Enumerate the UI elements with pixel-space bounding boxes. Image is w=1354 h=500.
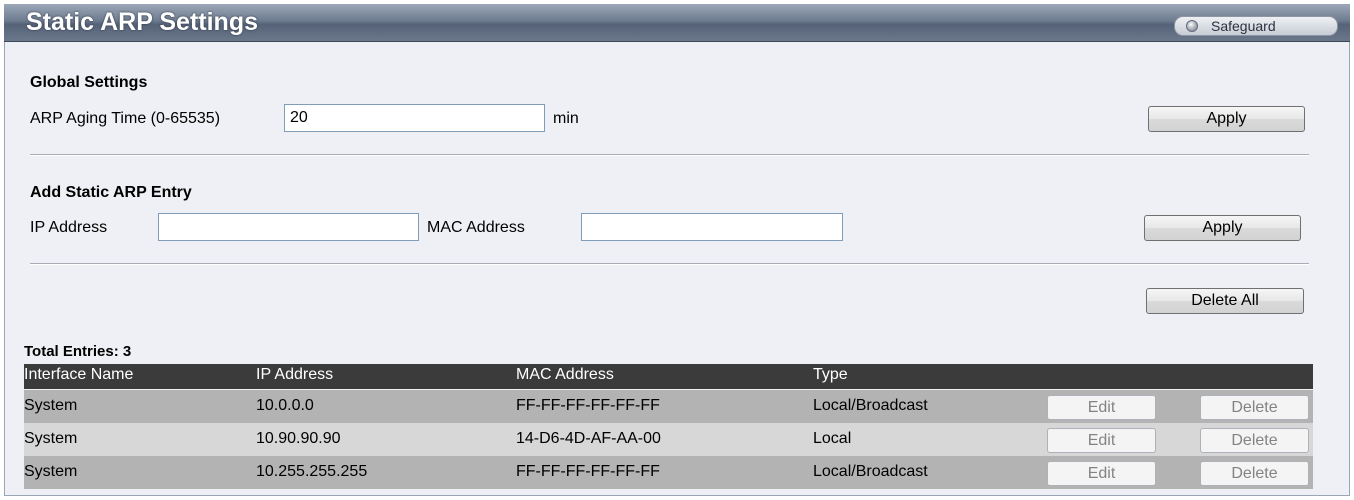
edit-button[interactable]: Edit <box>1047 428 1156 453</box>
cell-ip: 10.255.255.255 <box>256 463 368 480</box>
column-header-interface: Interface Name <box>24 366 134 383</box>
divider <box>30 263 1309 265</box>
table-header: Interface Name IP Address MAC Address Ty… <box>24 364 1313 389</box>
total-entries-label: Total Entries: 3 <box>24 343 132 360</box>
safeguard-status-icon <box>1186 20 1198 32</box>
mac-address-label: MAC Address <box>427 219 525 236</box>
delete-button[interactable]: Delete <box>1200 461 1309 486</box>
cell-mac: FF-FF-FF-FF-FF-FF <box>516 397 660 414</box>
delete-all-button[interactable]: Delete All <box>1146 288 1304 314</box>
cell-interface: System <box>24 430 78 447</box>
add-entry-apply-button[interactable]: Apply <box>1144 215 1301 241</box>
column-header-type: Type <box>813 366 848 383</box>
arp-aging-time-label: ARP Aging Time (0-65535) <box>30 110 221 127</box>
mac-address-input[interactable] <box>581 213 843 241</box>
title-bar: Static ARP Settings Safeguard <box>4 4 1350 42</box>
global-settings-heading: Global Settings <box>30 74 148 91</box>
safeguard-label: Safeguard <box>1211 18 1276 34</box>
ip-address-label: IP Address <box>30 219 108 236</box>
table-row: System 10.90.90.90 14-D6-4D-AF-AA-00 Loc… <box>24 423 1313 456</box>
table-row: System 10.255.255.255 FF-FF-FF-FF-FF-FF … <box>24 456 1313 489</box>
edit-button[interactable]: Edit <box>1047 395 1156 420</box>
global-apply-button[interactable]: Apply <box>1148 106 1305 132</box>
add-static-arp-heading: Add Static ARP Entry <box>30 184 192 201</box>
cell-type: Local <box>813 430 852 447</box>
column-header-mac: MAC Address <box>516 366 614 383</box>
cell-interface: System <box>24 463 78 480</box>
aging-unit-label: min <box>553 110 579 127</box>
column-header-ip: IP Address <box>256 366 334 383</box>
divider <box>30 154 1309 156</box>
cell-type: Local/Broadcast <box>813 463 928 480</box>
cell-ip: 10.90.90.90 <box>256 430 341 447</box>
page-title: Static ARP Settings <box>26 8 258 36</box>
safeguard-indicator[interactable]: Safeguard <box>1174 16 1338 36</box>
delete-button[interactable]: Delete <box>1200 395 1309 420</box>
cell-ip: 10.0.0.0 <box>256 397 314 414</box>
cell-mac: 14-D6-4D-AF-AA-00 <box>516 430 661 447</box>
cell-interface: System <box>24 397 78 414</box>
arp-aging-time-input[interactable] <box>284 104 545 132</box>
delete-button[interactable]: Delete <box>1200 428 1309 453</box>
table-row: System 10.0.0.0 FF-FF-FF-FF-FF-FF Local/… <box>24 390 1313 423</box>
cell-mac: FF-FF-FF-FF-FF-FF <box>516 463 660 480</box>
edit-button[interactable]: Edit <box>1047 461 1156 486</box>
ip-address-input[interactable] <box>158 213 419 241</box>
cell-type: Local/Broadcast <box>813 397 928 414</box>
